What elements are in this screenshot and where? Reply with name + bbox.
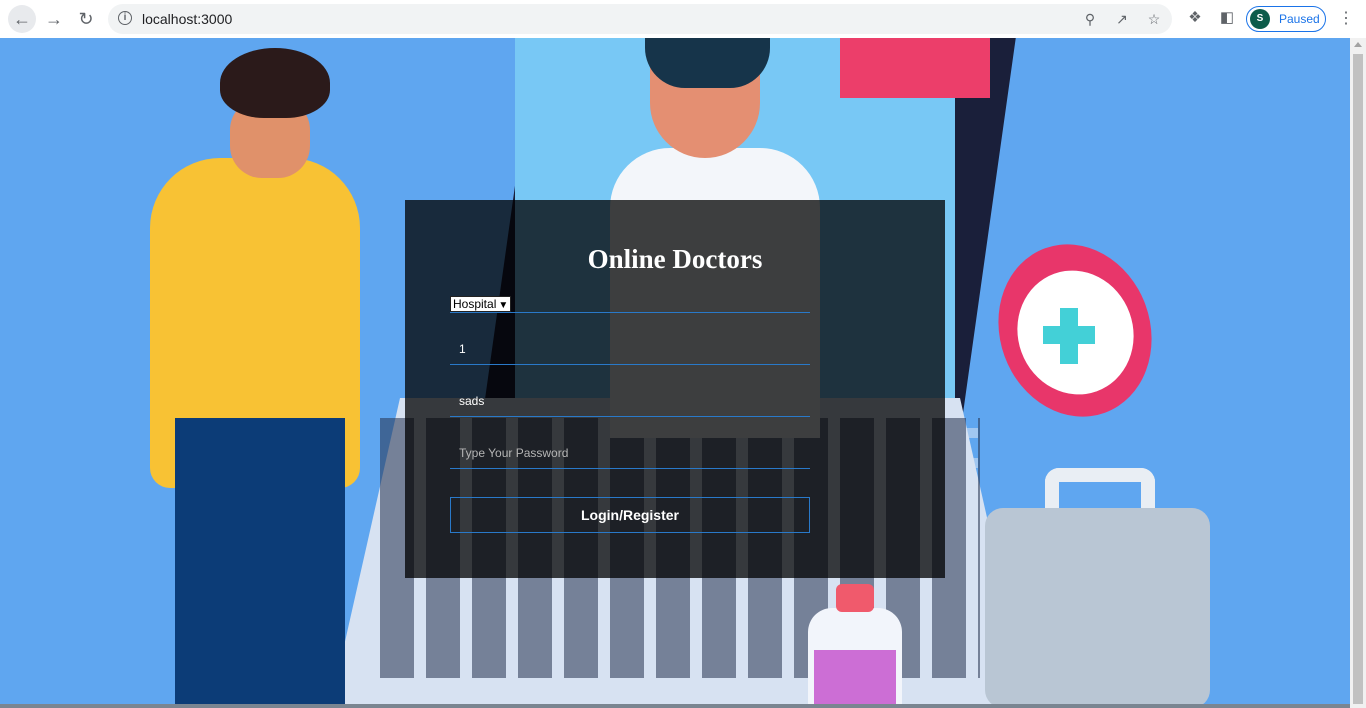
info-icon[interactable]: i (118, 11, 132, 25)
puzzle-icon[interactable]: ❖ (1186, 9, 1204, 27)
field1-underline (450, 364, 810, 365)
forward-button[interactable]: → (40, 5, 68, 33)
share-icon[interactable]: ↗ (1114, 11, 1130, 27)
url-text[interactable]: localhost:3000 (142, 11, 232, 27)
field2-input[interactable]: sads (459, 394, 484, 408)
field2-underline (450, 416, 810, 417)
bottle-liquid-illustration (814, 650, 896, 708)
profile-status: Paused (1279, 12, 1320, 26)
address-bar[interactable]: i localhost:3000 ⚲ ↗ ☆ (108, 4, 1172, 34)
more-vert-icon[interactable]: ⋮ (1338, 8, 1354, 28)
role-select-underline (450, 312, 810, 313)
profile-button[interactable]: S Paused (1246, 6, 1326, 32)
bottle-cap-illustration (836, 584, 874, 612)
password-input[interactable]: Type Your Password (459, 446, 568, 460)
bottom-edge (0, 704, 1350, 708)
zoom-icon[interactable]: ⚲ (1082, 11, 1098, 27)
man-legs-illustration (175, 418, 345, 708)
star-icon[interactable]: ☆ (1146, 11, 1162, 27)
reload-icon: ↻ (78, 8, 94, 29)
reload-button[interactable]: ↻ (72, 5, 100, 33)
man-hair-illustration (220, 48, 330, 118)
role-select[interactable]: Hospital ▼ (450, 296, 512, 312)
chat-bubble-illustration (840, 38, 990, 98)
medical-cross-bar (1043, 326, 1095, 344)
page-title: Online Doctors (587, 244, 763, 274)
login-register-button[interactable]: Login/Register (450, 497, 810, 533)
browser-toolbar: ← → ↻ i localhost:3000 ⚲ ↗ ☆ ❖ ◧ S Pause… (0, 0, 1366, 39)
first-aid-kit-illustration (985, 508, 1210, 708)
password-underline (450, 468, 810, 469)
arrow-left-icon: ← (13, 8, 31, 29)
back-button[interactable]: ← (8, 5, 36, 33)
chevron-down-icon: ▼ (498, 300, 509, 311)
doctor-hair-illustration (645, 38, 770, 88)
scroll-thumb[interactable] (1353, 54, 1363, 704)
side-panel-icon[interactable]: ◧ (1218, 9, 1236, 27)
scroll-up-icon[interactable] (1354, 42, 1362, 47)
avatar: S (1250, 9, 1270, 29)
vertical-scrollbar[interactable] (1350, 38, 1366, 708)
field1-input[interactable]: 1 (459, 342, 466, 356)
role-select-value: Hospital (453, 297, 497, 311)
arrow-right-icon: → (45, 8, 63, 29)
